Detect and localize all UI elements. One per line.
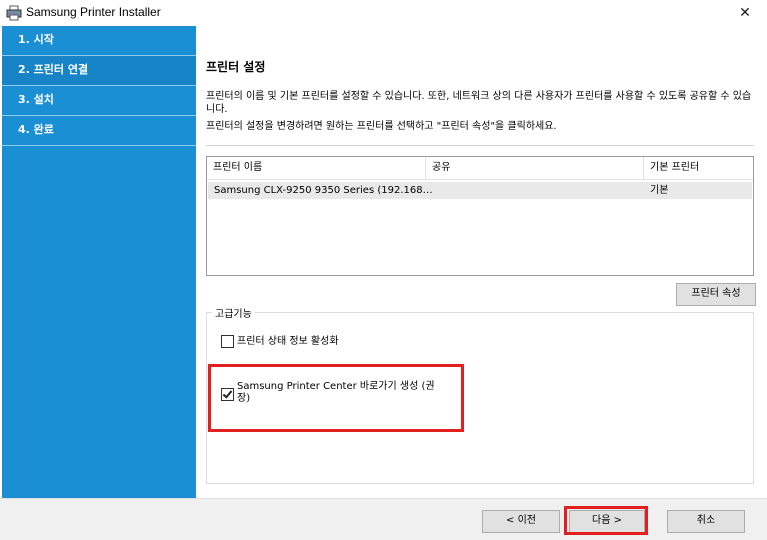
column-header-default-printer[interactable]: 기본 프린터 — [643, 157, 754, 179]
title-bar: Samsung Printer Installer ✕ — [0, 0, 767, 27]
step-complete: 4. 완료 — [2, 116, 196, 146]
page-title: 프린터 설정 — [206, 60, 266, 74]
close-button[interactable]: ✕ — [723, 0, 767, 26]
highlight-box-shortcut-option — [208, 364, 464, 432]
cell-shared — [426, 182, 644, 199]
table-row[interactable]: Samsung CLX-9250 9350 Series (192.168… 기… — [208, 182, 752, 199]
column-header-shared[interactable]: 공유 — [425, 157, 644, 179]
footer-bar: < 이전 다음 > 취소 — [0, 498, 767, 540]
advanced-legend: 고급기능 — [212, 305, 255, 320]
description-hint: 프린터의 설정을 변경하려면 원하는 프린터를 선택하고 "프린터 속성"을 클… — [206, 121, 557, 132]
table-header: 프린터 이름 공유 기본 프린터 — [207, 157, 753, 180]
enable-status-label[interactable]: 프린터 상태 정보 활성화 — [237, 336, 339, 348]
step-start: 1. 시작 — [2, 26, 196, 56]
column-header-printer-name[interactable]: 프린터 이름 — [207, 157, 425, 179]
close-icon: ✕ — [739, 5, 751, 21]
back-button[interactable]: < 이전 — [482, 510, 560, 533]
printer-list-table[interactable]: 프린터 이름 공유 기본 프린터 Samsung CLX-9250 9350 S… — [206, 156, 754, 276]
divider — [206, 145, 754, 146]
printer-properties-button[interactable]: 프린터 속성 — [676, 283, 756, 306]
printer-icon — [6, 5, 22, 21]
step-printer-connection: 2. 프린터 연결 — [2, 56, 196, 86]
step-install: 3. 설치 — [2, 86, 196, 116]
description-text: 프린터의 이름 및 기본 프린터를 설정할 수 있습니다. 또한, 네트워크 상… — [206, 91, 752, 115]
cell-printer-name: Samsung CLX-9250 9350 Series (192.168… — [214, 185, 433, 196]
main-panel: 프린터 설정 프린터의 이름 및 기본 프린터를 설정할 수 있습니다. 또한,… — [196, 26, 767, 498]
enable-status-checkbox[interactable] — [221, 335, 234, 348]
steps-sidebar: 1. 시작 2. 프린터 연결 3. 설치 4. 완료 — [2, 26, 196, 498]
highlight-box-next — [564, 506, 648, 535]
cell-default: 기본 — [650, 185, 669, 196]
window-title: Samsung Printer Installer — [26, 5, 161, 19]
cancel-button[interactable]: 취소 — [667, 510, 745, 533]
